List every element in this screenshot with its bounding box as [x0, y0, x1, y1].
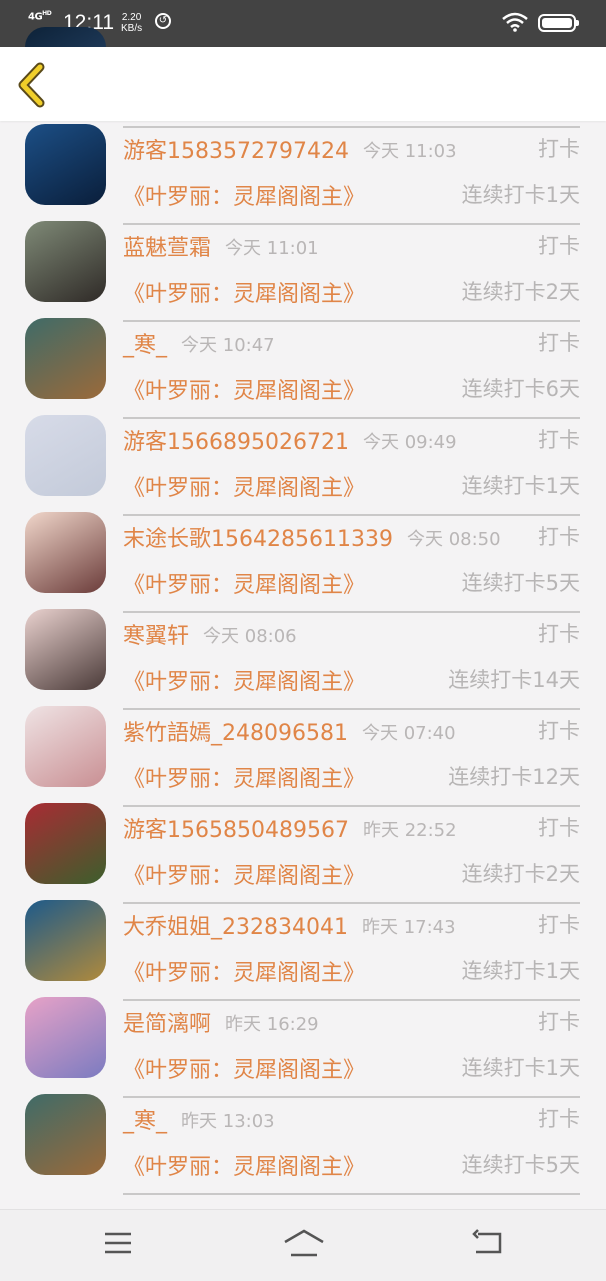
avatar[interactable]: [25, 512, 106, 593]
user-name[interactable]: 游客1566895026721 今天 09:49: [123, 424, 457, 456]
checkin-row[interactable]: _寒_ 昨天 13:03 打卡《叶罗丽：灵犀阁阁主》 连续打卡5天: [0, 1079, 606, 1195]
checkin-label: 打卡: [538, 137, 580, 161]
checkin-label: 打卡: [538, 525, 580, 549]
avatar[interactable]: [25, 997, 106, 1078]
checkin-label: 打卡: [538, 622, 580, 646]
avatar[interactable]: [25, 1094, 106, 1175]
user-name[interactable]: _寒_ 昨天 13:03: [123, 1103, 275, 1135]
checkin-time: 昨天 13:03: [181, 1111, 275, 1132]
user-name[interactable]: 是简漓啊 昨天 16:29: [123, 1006, 319, 1038]
avatar[interactable]: [25, 415, 106, 496]
user-name[interactable]: _寒_ 今天 10:47: [123, 327, 275, 359]
checkin-label: 打卡: [538, 816, 580, 840]
checkin-time: 今天 10:47: [181, 335, 275, 356]
checkin-label: 打卡: [538, 428, 580, 452]
avatar[interactable]: [25, 609, 106, 690]
streak-count: 连续打卡1天: [461, 959, 580, 983]
checkin-time: 昨天 22:52: [362, 820, 457, 841]
user-name[interactable]: 紫竹語嫣_248096581 今天 07:40: [123, 715, 456, 747]
streak-count: 连续打卡14天: [448, 668, 580, 692]
checkin-label: 打卡: [538, 331, 580, 355]
back-nav-icon[interactable]: [472, 1228, 504, 1258]
streak-count: 连续打卡2天: [461, 280, 580, 304]
checkin-time: 今天 08:50: [406, 529, 501, 550]
streak-count: 连续打卡2天: [461, 862, 580, 886]
system-nav-bar: [0, 1209, 606, 1281]
checkin-row[interactable]: 末途长歌1564285611339 今天 08:50 打卡 《叶罗丽：灵犀阁阁主》 连续…: [0, 497, 606, 613]
user-name[interactable]: 大乔姐姐_232834041 昨天 17:43: [123, 909, 456, 941]
user-name[interactable]: 寒翼轩 今天 08:06: [123, 618, 297, 650]
checkin-time: 今天 08:06: [203, 626, 297, 647]
user-name[interactable]: 末途长歌1564285611339 今天 08:50: [123, 521, 501, 553]
row-divider: [123, 1193, 580, 1195]
avatar[interactable]: [25, 706, 106, 787]
user-name[interactable]: 游客1565850489567 昨天 22:52: [123, 812, 457, 844]
checkin-row[interactable]: _寒_ 今天 10:47 打卡 《叶罗丽：灵犀阁阁主》 连续打卡6天: [0, 303, 606, 419]
streak-count: 连续打卡1天: [461, 1056, 580, 1080]
checkin-time: 今天 09:49: [362, 432, 457, 453]
back-button[interactable]: [10, 59, 58, 109]
user-name[interactable]: 蓝魅萱霜 今天 11:01: [123, 230, 319, 262]
checkin-label: 打卡: [538, 913, 580, 937]
avatar[interactable]: [25, 318, 106, 399]
checkin-time: 昨天 16:29: [225, 1014, 319, 1035]
chevron-left-icon: [18, 62, 45, 108]
checkin-time: 昨天 17:43: [361, 917, 456, 938]
checkin-label: 打卡: [538, 234, 580, 258]
checkin-row[interactable]: 蓝魅萱霜 今天 11:01 打卡 《叶罗丽：灵犀阁阁主》 连续打卡2天: [0, 206, 606, 322]
checkin-row[interactable]: 紫竹語嫣_248096581 今天 07:40 打卡 《叶罗丽：灵犀阁阁主》 连续打卡1…: [0, 691, 606, 807]
streak-count: 连续打卡12天: [448, 765, 580, 789]
home-icon[interactable]: [283, 1228, 325, 1258]
streak-count: 连续打卡5天: [461, 571, 580, 595]
top-header: [0, 47, 606, 121]
checkin-label: 打卡: [538, 1107, 580, 1131]
checkin-row[interactable]: 大乔姐姐_232834041 昨天 17:43 打卡 《叶罗丽：灵犀阁阁主》 连续打卡1…: [0, 885, 606, 1001]
avatar[interactable]: [25, 900, 106, 981]
checkin-time: 今天 11:01: [225, 238, 319, 259]
menu-icon[interactable]: [103, 1228, 133, 1258]
book-title[interactable]: 《叶罗丽：灵犀阁阁主》: [123, 1149, 365, 1181]
avatar[interactable]: [25, 221, 106, 302]
checkin-row[interactable]: 寒翼轩 今天 08:06 打卡 《叶罗丽：灵犀阁阁主》 连续打卡14天: [0, 594, 606, 710]
streak-count: 连续打卡5天: [461, 1153, 580, 1177]
streak-count: 连续打卡1天: [461, 183, 580, 207]
checkin-row[interactable]: 是简漓啊 昨天 16:29 打卡 《叶罗丽：灵犀阁阁主》 连续打卡1天: [0, 982, 606, 1098]
user-name[interactable]: 游客1583572797424 今天 11:03: [123, 133, 457, 165]
checkin-row[interactable]: 游客1566895026721 今天 09:49 打卡 《叶罗丽：灵犀阁阁主》 连续打卡…: [0, 400, 606, 516]
checkin-label: 打卡: [538, 1010, 580, 1034]
avatar[interactable]: [25, 124, 106, 205]
checkin-row[interactable]: 游客1583572797424 今天 11:03 打卡 《叶罗丽：灵犀阁阁主》 连续打卡…: [0, 109, 606, 225]
checkin-time: 今天 11:03: [362, 141, 457, 162]
checkin-label: 打卡: [538, 719, 580, 743]
checkin-time: 今天 07:40: [361, 723, 456, 744]
streak-count: 连续打卡1天: [461, 474, 580, 498]
avatar[interactable]: [25, 803, 106, 884]
streak-count: 连续打卡6天: [461, 377, 580, 401]
checkin-row[interactable]: 游客1565850489567 昨天 22:52 打卡 《叶罗丽：灵犀阁阁主》 连续打卡…: [0, 788, 606, 904]
